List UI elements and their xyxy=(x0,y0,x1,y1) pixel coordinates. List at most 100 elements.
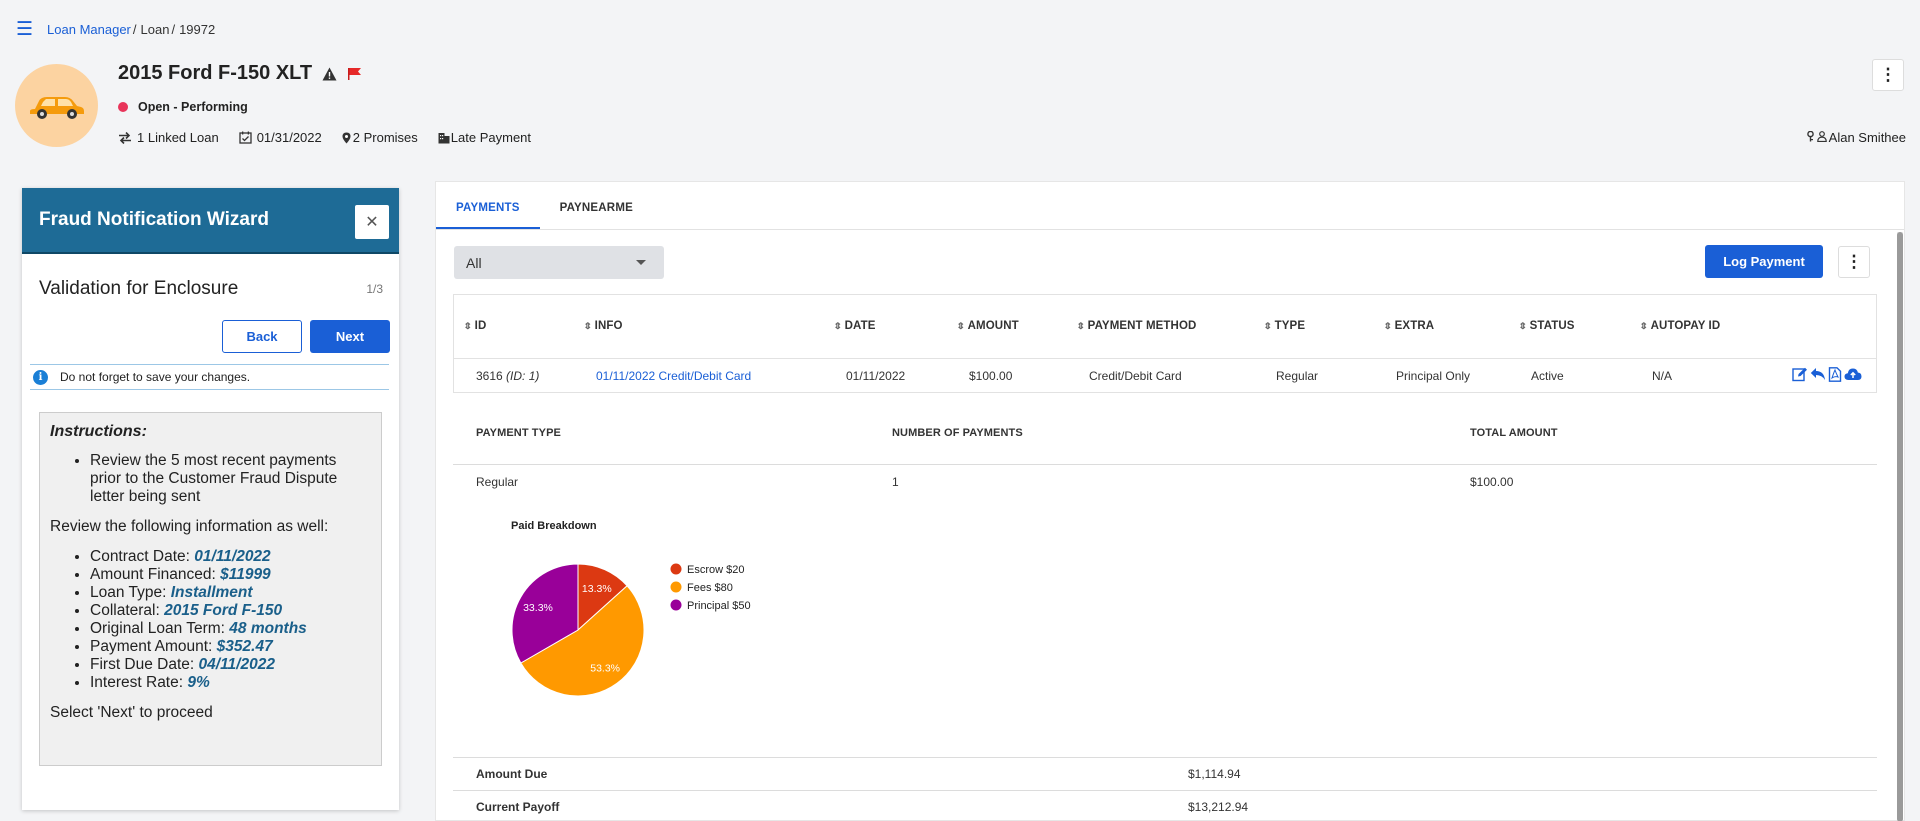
legend-label[interactable]: Fees $80 xyxy=(687,582,733,594)
loan-title-row: 2015 Ford F-150 XLT xyxy=(118,62,363,85)
table-cell-info: 01/11/2022 Credit/Debit Card xyxy=(596,369,751,383)
legend-label[interactable]: Principal $50 xyxy=(687,600,751,612)
more-vertical-icon: ⋮ xyxy=(1845,252,1863,271)
payment-info-link[interactable]: 01/11/2022 Credit/Debit Card xyxy=(596,369,751,383)
detail-value: Installment xyxy=(170,584,253,601)
table-cell-date: 01/11/2022 xyxy=(846,369,906,383)
status-dot-icon xyxy=(118,102,128,112)
promises-label: 2 Promises xyxy=(352,130,418,145)
table-cell-method: Credit/Debit Card xyxy=(1089,369,1182,383)
loan-status: Open - Performing xyxy=(118,100,248,114)
column-header-label: EXTRA xyxy=(1394,320,1435,332)
table-cell-status: Active xyxy=(1531,369,1564,383)
breadcrumb-loan-manager-link[interactable]: Loan Manager xyxy=(47,22,131,37)
review-text: Review the following information as well… xyxy=(50,518,329,535)
promises[interactable]: 2 Promises xyxy=(342,130,418,145)
column-header-type[interactable]: ⇕ TYPE xyxy=(1263,320,1305,332)
detail-label: Collateral: xyxy=(90,602,165,619)
detail-label: Loan Type: xyxy=(90,584,171,601)
tab-paynearme[interactable]: PAYNEARME xyxy=(540,182,653,229)
vertical-scrollbar[interactable] xyxy=(1897,232,1903,821)
tab-payments[interactable]: PAYMENTS xyxy=(436,182,540,229)
payments-options-menu-button[interactable]: ⋮ xyxy=(1838,246,1870,278)
payments-tabs: PAYMENTS PAYNEARME xyxy=(436,182,653,229)
column-header-payment-method[interactable]: ⇕ PAYMENT METHOD xyxy=(1076,320,1197,332)
close-icon: ✕ xyxy=(365,214,379,231)
table-cell-id: 3616 (ID: 1) xyxy=(476,369,539,383)
detail-label: Interest Rate: xyxy=(90,674,188,691)
wizard-step-title: Validation for Enclosure xyxy=(39,278,239,299)
scrollbar-thumb[interactable] xyxy=(1897,232,1903,821)
linked-loans[interactable]: 1 Linked Loan xyxy=(118,130,219,145)
reverse-payment-icon[interactable] xyxy=(1810,367,1826,382)
column-header-label: AMOUNT xyxy=(967,320,1019,332)
user-icon xyxy=(1816,130,1827,145)
late-payment: Late Payment xyxy=(438,130,531,145)
column-header-date[interactable]: ⇕ DATE xyxy=(833,320,876,332)
loan-owner[interactable]: Alan Smithee xyxy=(1806,130,1906,145)
summary-payment-count: 1 xyxy=(892,475,899,489)
vehicle-avatar xyxy=(15,64,98,147)
legend-marker xyxy=(670,599,682,611)
column-header-info[interactable]: ⇕ INFO xyxy=(583,320,623,332)
wizard-step-count: 1/3 xyxy=(366,282,383,296)
totals-divider xyxy=(453,757,1877,758)
sort-icon: ⇕ xyxy=(1383,320,1393,331)
payment-sub-id: (ID: 1) xyxy=(506,369,540,383)
detail-loan-term: Original Loan Term: 48 months xyxy=(90,620,371,638)
log-payment-button[interactable]: Log Payment xyxy=(1705,245,1823,278)
column-header-amount[interactable]: ⇕ AMOUNT xyxy=(956,320,1019,332)
filter-selected-value: All xyxy=(466,254,482,271)
amount-due-value: $1,114.94 xyxy=(1188,767,1241,781)
detail-label: Payment Amount: xyxy=(90,638,217,655)
column-header-label: AUTOPAY ID xyxy=(1650,320,1721,332)
summary-divider xyxy=(453,464,1877,465)
instructions-heading: Instructions: xyxy=(50,423,147,440)
wizard-back-button[interactable]: Back xyxy=(222,320,302,353)
sort-icon: ⇕ xyxy=(1076,320,1086,331)
detail-interest-rate: Interest Rate: 9% xyxy=(90,674,371,692)
detail-collateral: Collateral: 2015 Ford F-150 xyxy=(90,602,371,620)
payments-panel: PAYMENTS PAYNEARME All Log Payment ⋮ ⇕ ID… xyxy=(435,181,1905,821)
sort-icon: ⇕ xyxy=(583,320,593,331)
wizard-close-button[interactable]: ✕ xyxy=(355,205,389,239)
detail-contract-date: Contract Date: 01/11/2022 xyxy=(90,548,371,566)
pie-slice-label: 33.3% xyxy=(523,602,553,614)
loan-options-menu-button[interactable]: ⋮ xyxy=(1872,59,1904,91)
wizard-instructions: Instructions: Review the 5 most recent p… xyxy=(39,412,382,766)
wizard-title: Fraud Notification Wizard xyxy=(39,209,269,230)
instructions-bullet: Review the 5 most recent payments prior … xyxy=(90,452,371,506)
paid-breakdown-chart: Paid Breakdown 13.3% 53.3% 33.3% Escrow $20… xyxy=(511,520,771,700)
column-header-status[interactable]: ⇕ STATUS xyxy=(1518,320,1575,332)
detail-value: 01/11/2022 xyxy=(194,548,271,565)
detail-label: Amount Financed: xyxy=(90,566,221,583)
column-header-extra[interactable]: ⇕ EXTRA xyxy=(1383,320,1435,332)
legend-label[interactable]: Escrow $20 xyxy=(687,564,744,576)
save-changes-text: Do not forget to save your changes. xyxy=(60,370,251,384)
late-payment-label: Late Payment xyxy=(450,130,532,145)
sort-icon: ⇕ xyxy=(833,320,843,331)
hamburger-menu-icon[interactable]: ☰ xyxy=(16,20,33,39)
legend-marker xyxy=(670,581,682,593)
linked-loans-label: 1 Linked Loan xyxy=(137,130,219,145)
column-header-id[interactable]: ⇕ ID xyxy=(463,320,487,332)
pdf-file-icon[interactable] xyxy=(1828,367,1842,382)
payment-filter-select[interactable]: All xyxy=(454,246,664,279)
summary-total-amount: $100.00 xyxy=(1470,475,1514,489)
key-icon xyxy=(1806,130,1815,145)
edit-icon[interactable] xyxy=(1792,367,1808,382)
column-header-label: STATUS xyxy=(1529,320,1575,332)
detail-value: 2015 Ford F-150 xyxy=(164,602,283,619)
current-payoff-value: $13,212.94 xyxy=(1188,800,1249,814)
column-header-label: PAYMENT METHOD xyxy=(1087,320,1197,332)
summary-header-payment-type: PAYMENT TYPE xyxy=(476,427,561,439)
column-header-autopay-id[interactable]: ⇕ AUTOPAY ID xyxy=(1639,320,1721,332)
cloud-upload-icon[interactable] xyxy=(1844,367,1862,382)
wizard-next-button[interactable]: Next xyxy=(310,320,390,353)
detail-value: $352.47 xyxy=(216,638,273,655)
column-header-label: ID xyxy=(474,320,487,332)
tab-divider xyxy=(436,229,1904,230)
instructions-list: Review the 5 most recent payments prior … xyxy=(90,452,371,506)
pie-slice-label: 53.3% xyxy=(590,662,620,674)
table-cell-type: Regular xyxy=(1276,369,1319,383)
